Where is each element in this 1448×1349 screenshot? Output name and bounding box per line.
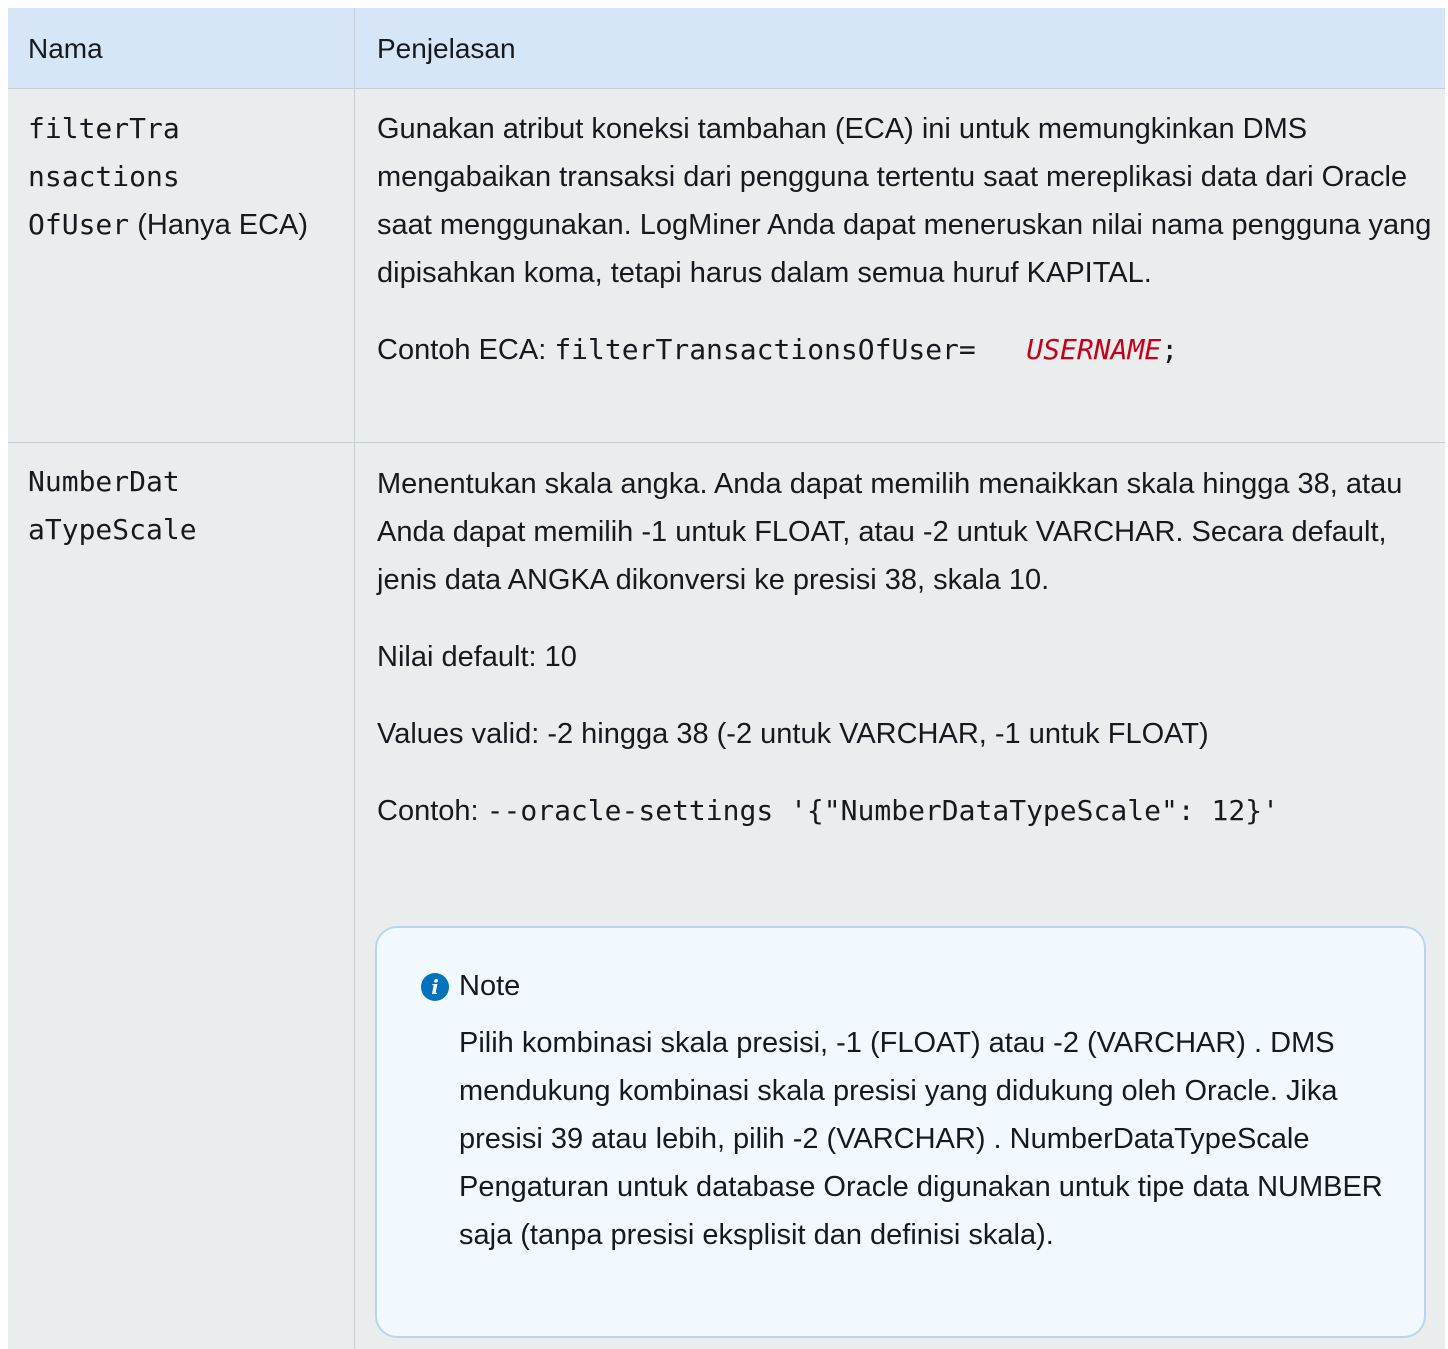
example-line: Contoh: --oracle-settings '{"NumberDataT…: [377, 794, 1279, 827]
header-penjelasan: Penjelasan: [377, 33, 516, 64]
note-callout: i Note Pilih kombinasi skala presisi, -1…: [375, 926, 1426, 1338]
example-placeholder: USERNAME: [1026, 333, 1162, 366]
row-description-number-data-type-scale: Menentukan skala angka. Anda dapat memil…: [377, 460, 1432, 864]
note-title: Note: [459, 970, 521, 1002]
row-description-filter-transactions: Gunakan atribut koneksi tambahan (ECA) i…: [377, 105, 1432, 374]
description-paragraph: Gunakan atribut koneksi tambahan (ECA) i…: [377, 113, 1432, 289]
info-icon: i: [421, 973, 449, 1001]
description-paragraph: Menentukan skala angka. Anda dapat memil…: [377, 468, 1403, 596]
row-name-filter-transactions: filterTra nsactions OfUser (Hanya ECA): [28, 112, 309, 241]
example-code: --oracle-settings '{"NumberDataTypeScale…: [486, 794, 1279, 827]
table-header-row: Nama Penjelasan: [8, 8, 1445, 89]
header-nama: Nama: [28, 33, 103, 64]
column-divider: [354, 8, 355, 1349]
row-name-number-data-type-scale: NumberDat aTypeScale: [28, 465, 197, 546]
default-value-line: Nilai default: 10: [377, 641, 577, 673]
row-divider: [8, 442, 1445, 443]
example-code: filterTransactionsOfUser=: [554, 333, 976, 366]
note-body: Pilih kombinasi skala presisi, -1 (FLOAT…: [459, 1027, 1383, 1251]
valid-values-line: Values valid: -2 hingga 38 (-2 untuk VAR…: [377, 718, 1209, 750]
example-line: Contoh ECA: filterTransactionsOfUser= US…: [377, 333, 1179, 366]
settings-table: Nama Penjelasan filterTra nsactions OfUs…: [8, 8, 1445, 1349]
